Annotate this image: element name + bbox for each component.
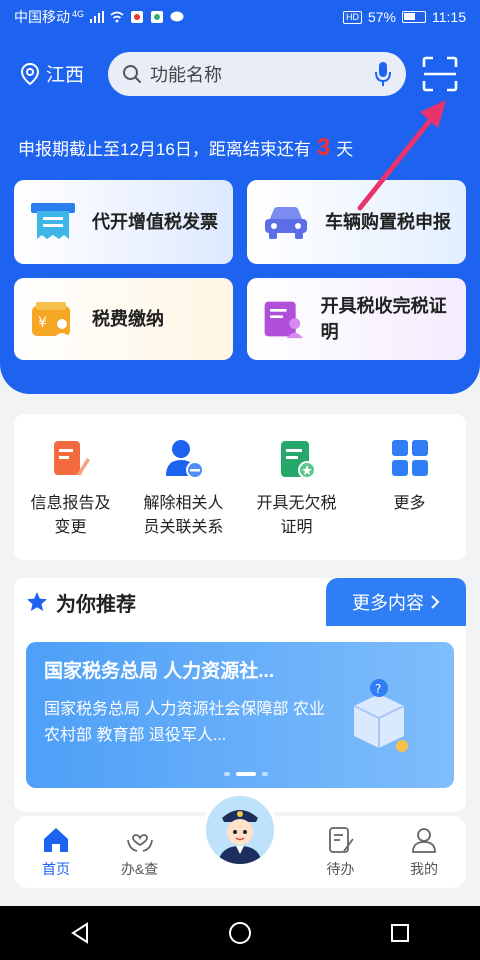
- car-icon: [265, 207, 307, 239]
- service-card-vehicle-tax[interactable]: 车辆购置税申报: [247, 180, 466, 264]
- tax-officer-avatar-icon: [206, 796, 274, 864]
- star-icon: [27, 592, 47, 611]
- tab-home[interactable]: 首页: [18, 816, 94, 888]
- signal-icon: [90, 11, 105, 23]
- todo-icon: [328, 827, 354, 853]
- message-icon: [170, 11, 184, 22]
- tab-label: 办&查: [120, 861, 159, 877]
- battery-icon: [402, 11, 426, 23]
- tab-label: 待办: [326, 861, 355, 877]
- quick-action-info-report[interactable]: 信息报告及变更: [18, 438, 124, 560]
- recommend-section: 为你推荐 更多内容 国家税务总局 人力资源社... 国家税务总局 人力资源社会保…: [14, 578, 466, 812]
- service-label: 税费缴纳: [92, 309, 164, 329]
- assistant-avatar-button[interactable]: [202, 792, 278, 868]
- deadline-text: 申报期截止至12月16日，距离结束还有: [18, 140, 311, 159]
- home-circle-icon[interactable]: [228, 921, 252, 945]
- back-icon[interactable]: [69, 922, 91, 944]
- tab-handle-query[interactable]: 办&查: [102, 816, 178, 888]
- recents-icon[interactable]: [389, 922, 411, 944]
- tab-mine[interactable]: 我的: [386, 816, 462, 888]
- quick-action-more[interactable]: 更多: [357, 438, 463, 560]
- service-label: 开具税收完税证明: [320, 296, 447, 342]
- quick-action-no-arrears-cert[interactable]: 开具无欠税证明: [244, 438, 350, 560]
- deadline-days: 3: [316, 134, 331, 161]
- user-icon: [412, 828, 436, 853]
- microphone-icon[interactable]: [374, 61, 392, 87]
- clock: 11:15: [432, 9, 466, 25]
- search-input[interactable]: 功能名称: [108, 52, 406, 96]
- recommend-banner[interactable]: 国家税务总局 人力资源社... 国家税务总局 人力资源社会保障部 农业农村部 教…: [26, 642, 454, 788]
- svg-text:¥: ¥: [38, 315, 47, 331]
- service-label: 代开增值税发票: [92, 212, 218, 232]
- tab-label: 首页: [42, 861, 70, 877]
- tab-label: 我的: [410, 861, 438, 877]
- quick-action-unlink-persons[interactable]: 解除相关人员关联关系: [131, 438, 237, 560]
- location-pin-icon: [20, 62, 40, 85]
- tab-todo[interactable]: 待办: [303, 816, 379, 888]
- carousel-indicator: [224, 772, 268, 776]
- chevron-right-icon: [431, 595, 440, 609]
- quick-action-label: 信息报告及变更: [30, 495, 111, 536]
- status-bar: 中国移动 4G HD 57% 11:15: [0, 0, 480, 34]
- app-notification-icon: [151, 11, 164, 23]
- battery-label: 57%: [367, 9, 396, 25]
- svg-text:?: ?: [375, 682, 381, 696]
- heart-hands-icon: [126, 834, 153, 852]
- deadline-notice: 申报期截止至12月16日，距离结束还有 3 天: [18, 134, 353, 162]
- location-selector[interactable]: 江西: [20, 60, 84, 87]
- home-icon: [44, 828, 68, 852]
- invoice-icon: [31, 203, 75, 239]
- quick-action-label: 解除相关人员关联关系: [143, 495, 224, 536]
- certificate-icon: [264, 301, 303, 339]
- more-content-button[interactable]: 更多内容: [326, 578, 466, 626]
- service-label: 车辆购置税申报: [325, 212, 451, 232]
- system-navigation-bar: [0, 906, 480, 960]
- person-remove-icon: [165, 440, 204, 479]
- location-label: 江西: [46, 65, 85, 86]
- more-content-label: 更多内容: [352, 593, 424, 613]
- scan-icon[interactable]: [422, 56, 458, 92]
- service-card-tax-certificate[interactable]: 开具税收完税证明: [247, 278, 466, 360]
- service-card-invoice[interactable]: 代开增值税发票: [14, 180, 233, 264]
- network-label: 4G: [72, 9, 85, 19]
- deadline-unit: 天: [336, 140, 354, 159]
- grid-icon: [391, 440, 428, 476]
- search-placeholder: 功能名称: [150, 65, 222, 85]
- search-icon: [123, 65, 141, 83]
- quick-actions-panel: 信息报告及变更 解除相关人员关联关系 开具无欠税证明 更多: [14, 414, 466, 560]
- quick-action-label: 开具无欠税证明: [256, 495, 337, 536]
- banner-description: 国家税务总局 人力资源社会保障部 农业农村部 教育部 退役军人...: [44, 701, 325, 744]
- certificate-star-icon: [280, 441, 316, 479]
- quick-action-label: 更多: [393, 495, 426, 512]
- notification-icon: [131, 11, 144, 23]
- wallet-icon: ¥: [32, 302, 70, 338]
- carrier-label: 中国移动: [14, 9, 70, 25]
- wifi-icon: [110, 11, 124, 23]
- service-card-tax-payment[interactable]: ¥ 税费缴纳: [14, 278, 233, 360]
- hd-badge: HD: [342, 10, 362, 24]
- edit-report-icon: [53, 441, 90, 476]
- ballot-box-icon: ?: [353, 679, 408, 752]
- recommend-title: 为你推荐: [56, 593, 136, 616]
